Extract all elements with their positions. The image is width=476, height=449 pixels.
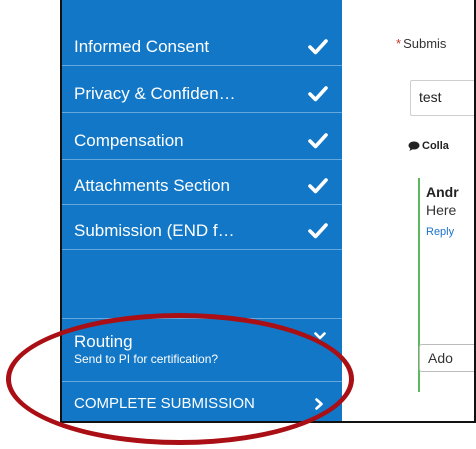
- submission-field-label: * Submis: [396, 36, 446, 51]
- comment-author: Andr: [426, 184, 459, 200]
- sidebar-item-privacy[interactable]: Privacy & Confiden…: [62, 75, 342, 113]
- sidebar-item-compensation[interactable]: Compensation: [62, 122, 342, 160]
- check-icon: [308, 132, 328, 148]
- sidebar-item-attachments[interactable]: Attachments Section: [62, 167, 342, 205]
- sidebar-item-label: Attachments Section: [74, 175, 230, 195]
- sidebar-item-submission[interactable]: Submission (END f…: [62, 212, 342, 250]
- sidebar-item-label: Privacy & Confiden…: [74, 83, 236, 103]
- chevron-right-icon: [315, 397, 323, 410]
- comment-icon: [408, 141, 420, 151]
- collaboration-heading: Colla: [408, 140, 449, 152]
- add-comment-button[interactable]: Ado: [419, 344, 474, 372]
- sidebar-item-label: Informed Consent: [74, 36, 210, 56]
- required-marker: *: [396, 36, 402, 51]
- check-icon: [308, 222, 328, 238]
- check-icon: [308, 38, 328, 54]
- sidebar-item-informed-consent[interactable]: Informed Consent: [62, 28, 342, 66]
- routing-subtitle: Send to PI for certification?: [74, 352, 219, 366]
- main-content: * Submis test Colla Andr Here Reply Ado: [344, 0, 474, 421]
- chevron-down-icon: [314, 332, 326, 340]
- complete-submission-label: COMPLETE SUBMISSION: [74, 395, 255, 412]
- reply-link[interactable]: Reply: [426, 226, 454, 238]
- field-label-text: Submis: [403, 36, 447, 51]
- sidebar-item-routing[interactable]: Routing Send to PI for certification?: [62, 318, 342, 382]
- complete-submission-button[interactable]: COMPLETE SUBMISSION: [62, 386, 342, 421]
- sidebar-item-label: Compensation: [74, 130, 184, 150]
- routing-title: Routing: [74, 332, 133, 351]
- sidebar-nav: Informed Consent Privacy & Confiden… Com…: [62, 0, 342, 421]
- check-icon: [308, 177, 328, 193]
- collaboration-label: Colla: [422, 140, 449, 152]
- comment-text: Here: [426, 202, 457, 218]
- check-icon: [308, 85, 328, 101]
- app-frame: Informed Consent Privacy & Confiden… Com…: [60, 0, 476, 423]
- submission-input[interactable]: test: [410, 80, 474, 116]
- sidebar-item-label: Submission (END f…: [74, 220, 235, 240]
